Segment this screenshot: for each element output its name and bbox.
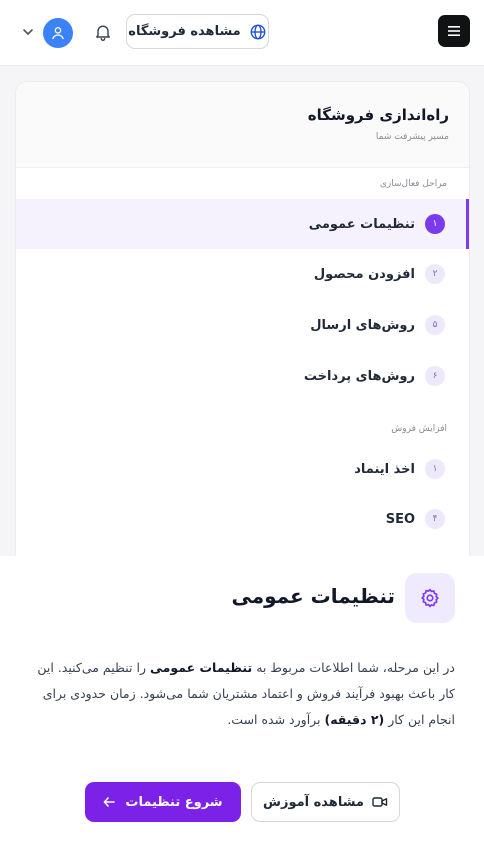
section-label-sales: افزایش فروش [391, 424, 447, 434]
step-number: ۱ [425, 459, 445, 479]
step-label: افزودن محصول [313, 266, 415, 282]
desc-text: در این مرحله، شما اطلاعات مربوط به [252, 660, 455, 675]
video-icon [372, 797, 388, 807]
arrow-left-icon [104, 797, 116, 807]
step-add-product[interactable]: ۲ افزودن محصول [16, 249, 469, 299]
step-number: ۱ [425, 214, 445, 234]
desc-text: برآورد شده است. [227, 712, 325, 727]
start-settings-button[interactable]: شروع تنظیمات [85, 782, 241, 822]
menu-icon [448, 26, 460, 36]
avatar[interactable] [43, 18, 73, 48]
step-payment-methods[interactable]: ۶ روش‌های پرداخت [16, 351, 469, 401]
step-label: SEO [385, 511, 415, 527]
step-general-settings[interactable]: ۱ تنظیمات عمومی [16, 199, 469, 249]
step-shipping-methods[interactable]: ۵ روش‌های ارسال [16, 300, 469, 350]
globe-icon [250, 24, 266, 39]
section-label-activation: مراحل فعال‌سازی [379, 179, 447, 189]
top-header: مشاهده فروشگاه [0, 0, 484, 66]
step-number: ۶ [425, 366, 445, 386]
step-label: روش‌های ارسال [310, 317, 415, 333]
chevron-down-icon[interactable] [22, 26, 34, 38]
step-label: تنظیمات عمومی [308, 216, 415, 232]
setup-card-header: راه‌اندازی فروشگاه مسیر پیشرفت شما [16, 82, 469, 168]
view-store-button[interactable]: مشاهده فروشگاه [126, 14, 269, 49]
detail-title: تنظیمات عمومی [231, 584, 395, 608]
step-number: ۵ [425, 315, 445, 335]
step-label: روش‌های پرداخت [303, 368, 415, 384]
view-store-label: مشاهده فروشگاه [128, 24, 241, 39]
start-settings-label: شروع تنظیمات [125, 794, 223, 810]
view-tutorial-label: مشاهده آموزش [263, 794, 364, 810]
step-seo[interactable]: ۴ SEO [16, 494, 469, 544]
step-detail-panel: تنظیمات عمومی در این مرحله، شما اطلاعات … [0, 556, 484, 850]
setup-card: راه‌اندازی فروشگاه مسیر پیشرفت شما مراحل… [15, 81, 470, 556]
view-tutorial-button[interactable]: مشاهده آموزش [251, 782, 400, 822]
menu-button[interactable] [438, 15, 470, 47]
setup-title: راه‌اندازی فروشگاه [307, 106, 449, 124]
desc-bold-term: تنظیمات عمومی [150, 660, 253, 675]
gear-icon-box [405, 573, 455, 623]
step-enamad[interactable]: ۱ اخذ اینماد [16, 444, 469, 494]
step-number: ۲ [425, 264, 445, 284]
detail-description: در این مرحله، شما اطلاعات مربوط به تنظیم… [25, 655, 455, 733]
gear-icon [421, 588, 439, 608]
user-icon [52, 27, 64, 40]
step-number: ۴ [425, 509, 445, 529]
step-label: اخذ اینماد [354, 461, 415, 477]
desc-bold-duration: (۲ دقیقه) [324, 712, 385, 727]
setup-subtitle: مسیر پیشرفت شما [375, 132, 449, 142]
bell-icon[interactable] [93, 22, 113, 42]
